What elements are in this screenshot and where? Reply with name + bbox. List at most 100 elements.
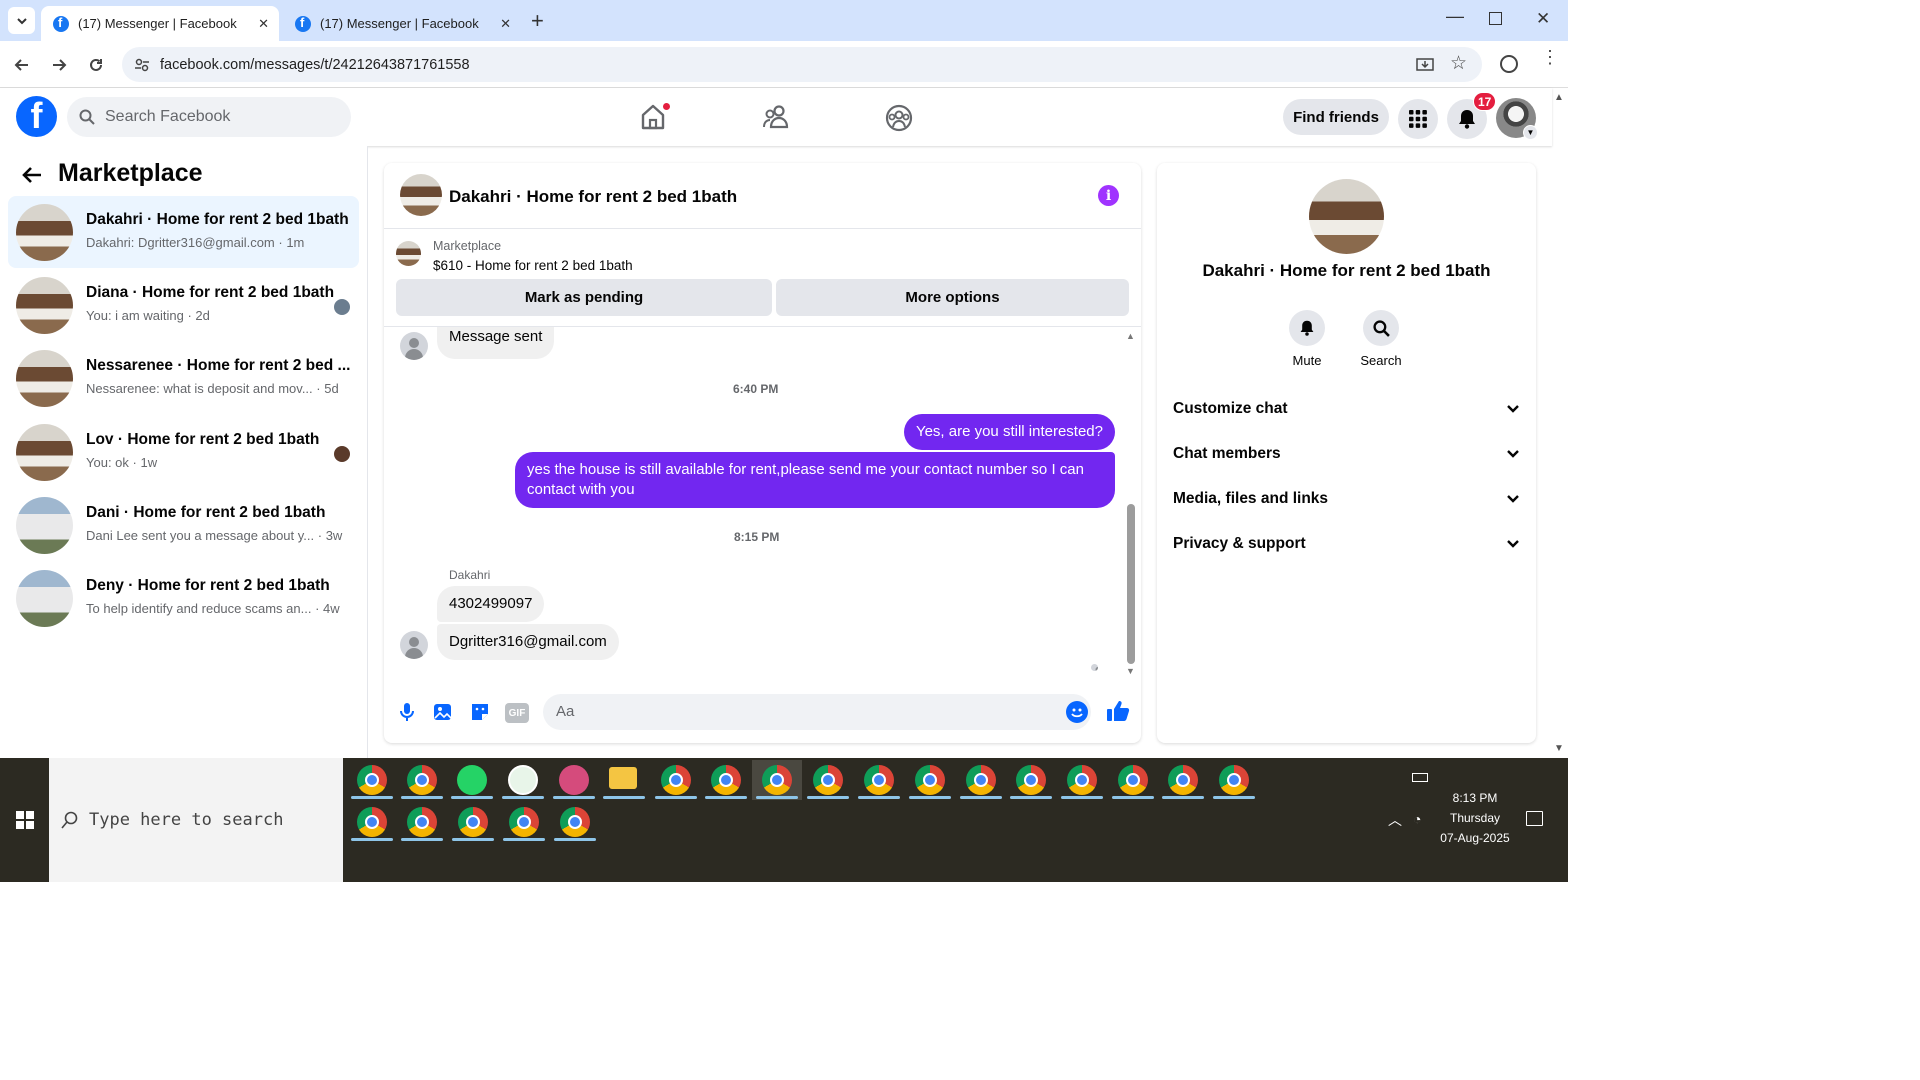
nav-home[interactable]: [638, 102, 671, 134]
chrome-profile-icon[interactable]: [509, 807, 539, 837]
incoming-message[interactable]: Dgritter316@gmail.com: [437, 624, 619, 660]
nav-groups[interactable]: [884, 103, 914, 138]
sticker-button[interactable]: [469, 701, 491, 723]
site-settings-icon[interactable]: [134, 57, 150, 73]
nav-friends[interactable]: [762, 103, 792, 138]
restore-button[interactable]: [1489, 12, 1502, 25]
conversation-item[interactable]: Diana · Home for rent 2 bed 1bath You: i…: [8, 269, 359, 341]
browser-toolbar: facebook.com/messages/t/2421264387176155…: [0, 41, 1568, 88]
chrome-profile-icon[interactable]: [458, 807, 488, 837]
scroll-up-arrow[interactable]: ▲: [1126, 331, 1135, 341]
close-tab-icon[interactable]: ✕: [258, 16, 269, 32]
snipping-tool-icon[interactable]: [559, 765, 589, 795]
conversation-item[interactable]: Deny · Home for rent 2 bed 1bath To help…: [8, 562, 359, 634]
chrome-profile-icon[interactable]: [560, 807, 590, 837]
conversation-avatar: [16, 350, 73, 407]
menu-button[interactable]: [1398, 99, 1438, 139]
tab-messenger-2[interactable]: (17) Messenger | Facebook ✕: [283, 6, 521, 41]
running-indicator: [603, 796, 645, 799]
listing-bar[interactable]: Marketplace $610 - Home for rent 2 bed 1…: [384, 229, 1141, 279]
more-options-button[interactable]: More options: [776, 279, 1129, 316]
close-tab-icon[interactable]: ✕: [500, 16, 511, 32]
voice-clip-button[interactable]: [396, 701, 418, 723]
chat-avatar[interactable]: [400, 174, 442, 216]
details-avatar[interactable]: [1309, 179, 1384, 254]
new-tab-button[interactable]: +: [531, 8, 544, 34]
mute-button[interactable]: [1289, 310, 1325, 346]
privacy-support-section[interactable]: Privacy & support: [1173, 526, 1523, 562]
chrome-profile-icon[interactable]: [1219, 765, 1249, 795]
scroll-down-arrow[interactable]: ▼: [1126, 666, 1135, 676]
find-friends-button[interactable]: Find friends: [1283, 99, 1389, 135]
browser-menu-icon[interactable]: ⋮: [1541, 48, 1559, 66]
address-bar[interactable]: facebook.com/messages/t/2421264387176155…: [122, 47, 1482, 82]
account-avatar[interactable]: ▼: [1496, 98, 1538, 140]
show-hidden-icons-icon[interactable]: ︿: [1388, 810, 1402, 830]
chrome-profile-icon[interactable]: [407, 765, 437, 795]
chat-members-section[interactable]: Chat members: [1173, 436, 1523, 472]
taskbar-clock[interactable]: 8:13 PM Thursday 07-Aug-2025: [1420, 788, 1530, 848]
conversation-item[interactable]: Nessarenee · Home for rent 2 bed ... Nes…: [8, 342, 359, 414]
chrome-profile-icon[interactable]: [1016, 765, 1046, 795]
chrome-profile-icon[interactable]: [407, 807, 437, 837]
like-button[interactable]: [1106, 699, 1130, 728]
chat-info-button[interactable]: i: [1098, 185, 1119, 206]
chat-details-panel: Dakahri · Home for rent 2 bed 1bath Mute…: [1157, 163, 1536, 743]
chrome-profile-icon[interactable]: [813, 765, 843, 795]
chrome-profile-icon[interactable]: [1067, 765, 1097, 795]
profile-icon[interactable]: [1500, 55, 1518, 73]
read-receipt-avatar: [334, 299, 350, 315]
forward-button[interactable]: [47, 53, 71, 77]
search-facebook-input[interactable]: Search Facebook: [67, 97, 351, 137]
chrome-profile-icon[interactable]: [915, 765, 945, 795]
message-input[interactable]: Aa: [543, 694, 1091, 730]
read-receipt-avatar: [334, 446, 350, 462]
chrome-profile-icon[interactable]: [357, 807, 387, 837]
close-window-button[interactable]: ✕: [1536, 9, 1550, 29]
chrome-profile-icon[interactable]: [864, 765, 894, 795]
tab-messenger-1[interactable]: (17) Messenger | Facebook ✕: [41, 6, 279, 41]
reload-button[interactable]: [84, 53, 108, 77]
whatsapp-icon[interactable]: [457, 765, 487, 795]
chrome-profile-icon[interactable]: [966, 765, 996, 795]
incoming-message[interactable]: 4302499097: [437, 586, 545, 622]
back-button[interactable]: [10, 53, 34, 77]
battery-icon[interactable]: [1412, 773, 1428, 782]
emoji-icon[interactable]: [1066, 701, 1088, 723]
app-icon[interactable]: [508, 765, 538, 795]
chrome-profile-icon[interactable]: [357, 765, 387, 795]
back-arrow-button[interactable]: [20, 163, 44, 192]
page-scroll-up[interactable]: ▲: [1554, 92, 1564, 103]
facebook-logo-icon[interactable]: f: [16, 96, 57, 137]
tab-list-button[interactable]: [8, 7, 35, 34]
outgoing-message[interactable]: Yes, are you still interested?: [903, 414, 1115, 450]
conversation-avatar: [16, 497, 73, 554]
chrome-profile-icon[interactable]: [661, 765, 691, 795]
notifications-button[interactable]: 17: [1447, 92, 1497, 139]
chrome-profile-icon[interactable]: [1168, 765, 1198, 795]
install-app-icon[interactable]: [1416, 56, 1434, 74]
attach-photo-button[interactable]: [432, 701, 454, 723]
page-scroll-down[interactable]: ▼: [1554, 743, 1564, 754]
conversation-item[interactable]: Dakahri · Home for rent 2 bed 1bath Daka…: [8, 196, 359, 268]
thumbs-up-icon: [1107, 701, 1130, 721]
search-in-chat-button[interactable]: [1363, 310, 1399, 346]
chrome-profile-icon[interactable]: [711, 765, 741, 795]
scrollbar-thumb[interactable]: [1127, 504, 1135, 664]
conversation-item[interactable]: Dani · Home for rent 2 bed 1bath Dani Le…: [8, 489, 359, 561]
chat-title[interactable]: Dakahri · Home for rent 2 bed 1bath: [449, 187, 737, 207]
conversation-item[interactable]: Lov · Home for rent 2 bed 1bath You: ok …: [8, 416, 359, 488]
bookmark-star-icon[interactable]: ☆: [1450, 52, 1467, 75]
minimize-button[interactable]: —: [1446, 6, 1464, 27]
windows-start-icon[interactable]: [16, 811, 34, 829]
chrome-profile-icon[interactable]: [762, 765, 792, 795]
chrome-profile-icon[interactable]: [1118, 765, 1148, 795]
outgoing-message[interactable]: yes the house is still available for ren…: [515, 452, 1115, 508]
media-files-links-section[interactable]: Media, files and links: [1173, 481, 1523, 517]
customize-chat-section[interactable]: Customize chat: [1173, 391, 1523, 427]
notification-center-icon[interactable]: [1526, 811, 1543, 826]
taskbar-search-box[interactable]: Type here to search: [49, 758, 343, 882]
file-explorer-icon[interactable]: [609, 767, 637, 789]
gif-button[interactable]: GIF: [505, 703, 529, 723]
mark-as-pending-button[interactable]: Mark as pending: [396, 279, 772, 316]
